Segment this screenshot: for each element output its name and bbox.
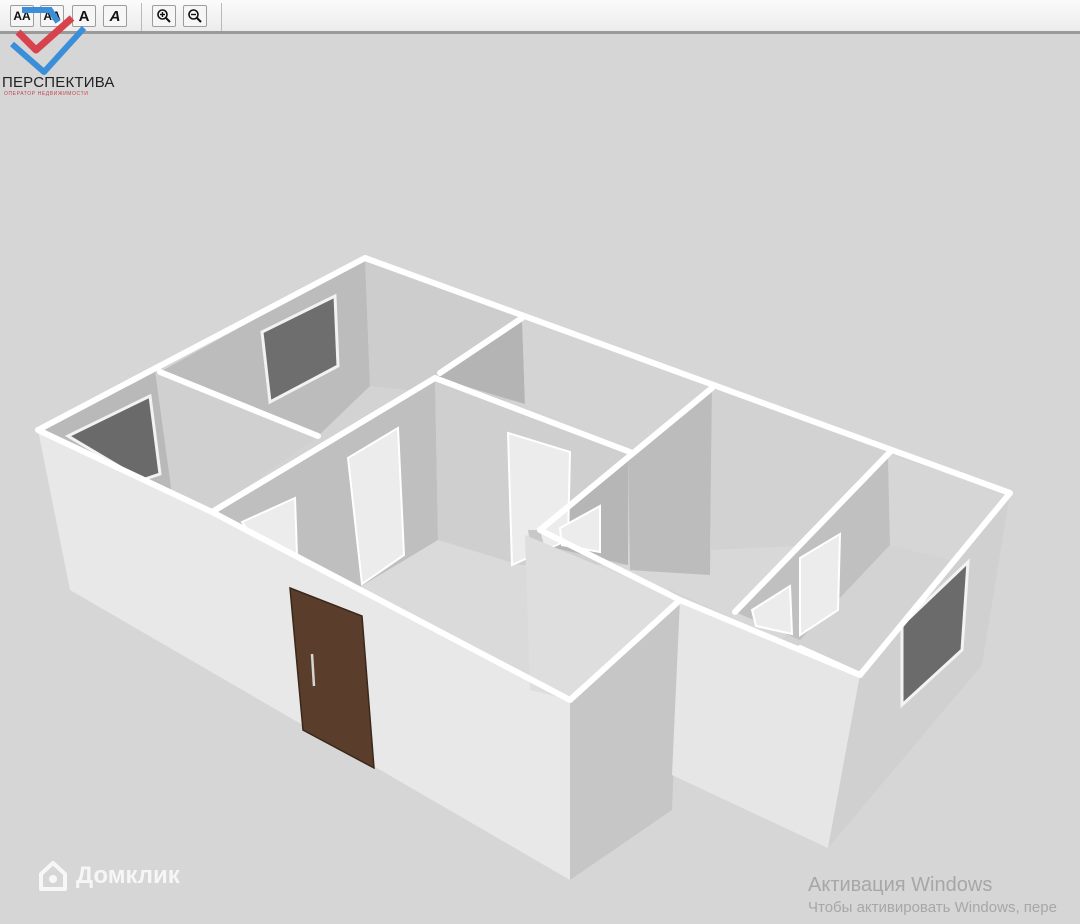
italic-label: A [109,7,121,25]
entry-door[interactable] [289,586,375,770]
floorplan-3d [35,255,1013,880]
floorplan-viewport[interactable] [0,37,1080,924]
watermark-text: Домклик [76,862,180,889]
activation-subtitle: Чтобы активировать Windows, пере [808,899,1057,916]
zoom-out-icon [188,9,202,23]
activation-title: Активация Windows [808,874,993,896]
house-icon [39,861,67,891]
logo-name: ПЕРСПЕКТИВА [2,74,115,91]
windows-activation-notice: Активация Windows Чтобы активировать Win… [808,874,1057,920]
domclick-watermark: Домклик [38,860,180,892]
toolbar: AA AA A A [0,0,1080,34]
logo-subtitle: оператор недвижимости [4,91,89,97]
toolbar-separator [221,3,222,31]
zoom-out-button[interactable] [183,5,207,27]
zoom-in-icon [157,9,171,23]
zoom-in-button[interactable] [152,5,176,27]
toolbar-separator [141,3,142,31]
